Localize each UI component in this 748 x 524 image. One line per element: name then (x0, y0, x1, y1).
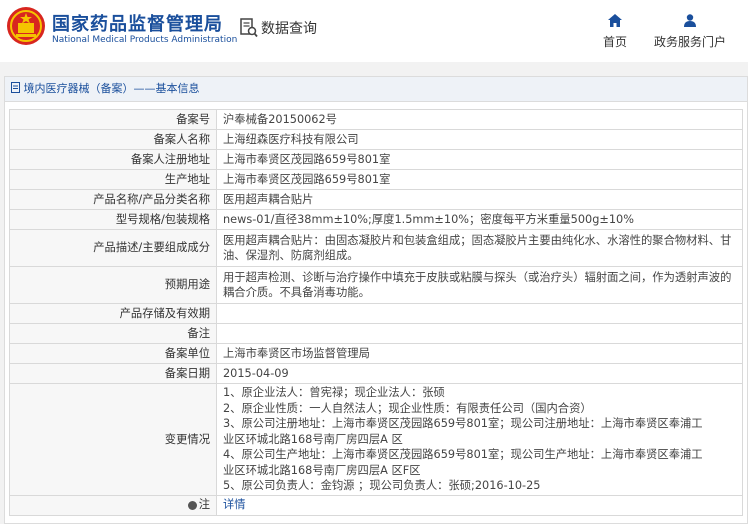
table-row: 备案人注册地址 上海市奉贤区茂园路659号801室 (9, 149, 743, 170)
change-line: 业区环城北路168号南厂房四层A 区 (223, 432, 403, 446)
nav-gov-services-label: 政务服务门户 (653, 35, 726, 49)
field-label: 产品存储及有效期 (9, 303, 217, 324)
breadcrumb-separator: —— (133, 82, 156, 95)
field-label: 产品描述/主要组成成分 (9, 229, 217, 267)
change-line: 2、原企业性质：一人自然法人；现企业性质：有限责任公司（国内合资） (223, 401, 592, 415)
changes-label: 变更情况 (9, 383, 217, 496)
change-line: 业区环城北路168号南厂房四层A 区F区 (223, 463, 421, 477)
bulb-icon (187, 500, 197, 510)
breadcrumb-section[interactable]: 境内医疗器械（备案） (24, 82, 134, 95)
record-table: 备案号 沪奉械备20150062号 备案人名称 上海纽森医疗科技有限公司 备案人… (9, 109, 743, 516)
field-label: 预期用途 (9, 266, 217, 304)
field-value: news-01/直径38mm±10%;厚度1.5mm±10%；密度每平方米重量5… (216, 209, 743, 230)
site-header: 国家药品监督管理局 National Medical Products Admi… (0, 0, 748, 62)
field-label: 产品名称/产品分类名称 (9, 189, 217, 210)
home-icon (608, 14, 622, 27)
user-icon (684, 14, 696, 27)
table-row: 生产地址 上海市奉贤区茂园路659号801室 (9, 169, 743, 190)
data-query-label: 数据查询 (261, 21, 317, 37)
change-line: 3、原公司注册地址：上海市奉贤区茂园路659号801室；现公司注册地址：上海市奉… (223, 417, 703, 430)
field-value: 上海市奉贤区茂园路659号801室 (216, 149, 743, 170)
field-value (216, 303, 743, 324)
table-row: 备注 (9, 323, 743, 344)
field-value: 医用超声耦合贴片 (216, 189, 743, 210)
detail-panel: 境内医疗器械（备案）——基本信息 备案号 沪奉械备20150062号 备案人名称… (4, 76, 748, 524)
field-label: 备案日期 (9, 363, 217, 384)
table-row: 变更情况 1、原企业法人：曾宪禄；现企业法人：张硕 2、原企业性质：一人自然法人… (9, 383, 743, 496)
table-row: 型号规格/包装规格 news-01/直径38mm±10%;厚度1.5mm±10%… (9, 209, 743, 230)
change-line: 4、原公司生产地址：上海市奉贤区茂园路659号801室；现公司生产地址：上海市奉… (223, 448, 703, 461)
table-row: 预期用途 用于超声检测、诊断与治疗操作中填充于皮肤或粘膜与探头（或治疗头）辐射面… (9, 266, 743, 304)
change-line: 1、原企业法人：曾宪禄；现企业法人：张硕 (223, 386, 445, 399)
national-emblem-logo[interactable] (6, 6, 46, 46)
table-row: 产品描述/主要组成成分 医用超声耦合贴片：由固态凝胶片和包装盒组成；固态凝胶片主… (9, 229, 743, 267)
table-row: 产品存储及有效期 (9, 303, 743, 324)
field-value: 上海纽森医疗科技有限公司 (216, 129, 743, 150)
field-value: 医用超声耦合贴片：由固态凝胶片和包装盒组成；固态凝胶片主要由纯化水、水溶性的聚合… (216, 229, 743, 267)
note-value: 详情 (216, 494, 743, 516)
field-value (216, 323, 743, 344)
nav-gov-services[interactable]: 政务服务门户 (652, 12, 728, 50)
field-value: 上海市奉贤区茂园路659号801室 (216, 169, 743, 190)
change-line: 5、原公司负责人：金钧源 ；现公司负责人：张硕;2016-10-25 (223, 479, 541, 492)
table-row: 备案人名称 上海纽森医疗科技有限公司 (9, 129, 743, 150)
note-label: 注 (198, 498, 210, 512)
breadcrumb-current: 基本信息 (155, 82, 200, 95)
changes-value: 1、原企业法人：曾宪禄；现企业法人：张硕 2、原企业性质：一人自然法人；现企业性… (216, 383, 743, 496)
table-row: 注 详情 (9, 494, 743, 516)
field-label: 生产地址 (9, 169, 217, 190)
data-query-link[interactable]: 数据查询 (240, 18, 317, 38)
field-value: 2015-04-09 (216, 363, 743, 384)
org-name-en: National Medical Products Administration (52, 35, 238, 45)
document-icon (11, 82, 20, 93)
nav-home-label: 首页 (602, 35, 627, 49)
field-label: 备注 (9, 323, 217, 344)
field-label: 备案号 (9, 109, 217, 130)
field-value: 上海市奉贤区市场监督管理局 (216, 343, 743, 364)
field-label: 备案单位 (9, 343, 217, 364)
table-row: 产品名称/产品分类名称 医用超声耦合贴片 (9, 189, 743, 210)
breadcrumb: 境内医疗器械（备案）——基本信息 (5, 77, 747, 102)
table-row: 备案单位 上海市奉贤区市场监督管理局 (9, 343, 743, 364)
field-value: 用于超声检测、诊断与治疗操作中填充于皮肤或粘膜与探头（或治疗头）辐射面之间，作为… (216, 266, 743, 304)
document-search-icon (240, 18, 258, 38)
note-label-cell: 注 (9, 494, 217, 516)
nav-home[interactable]: 首页 (600, 12, 630, 50)
field-label: 备案人名称 (9, 129, 217, 150)
details-link[interactable]: 详情 (223, 498, 246, 511)
field-label: 型号规格/包装规格 (9, 209, 217, 230)
table-row: 备案日期 2015-04-09 (9, 363, 743, 384)
org-name-cn: 国家药品监督管理局 (52, 14, 223, 35)
table-row: 备案号 沪奉械备20150062号 (9, 109, 743, 130)
field-label: 备案人注册地址 (9, 149, 217, 170)
field-value: 沪奉械备20150062号 (216, 109, 743, 130)
